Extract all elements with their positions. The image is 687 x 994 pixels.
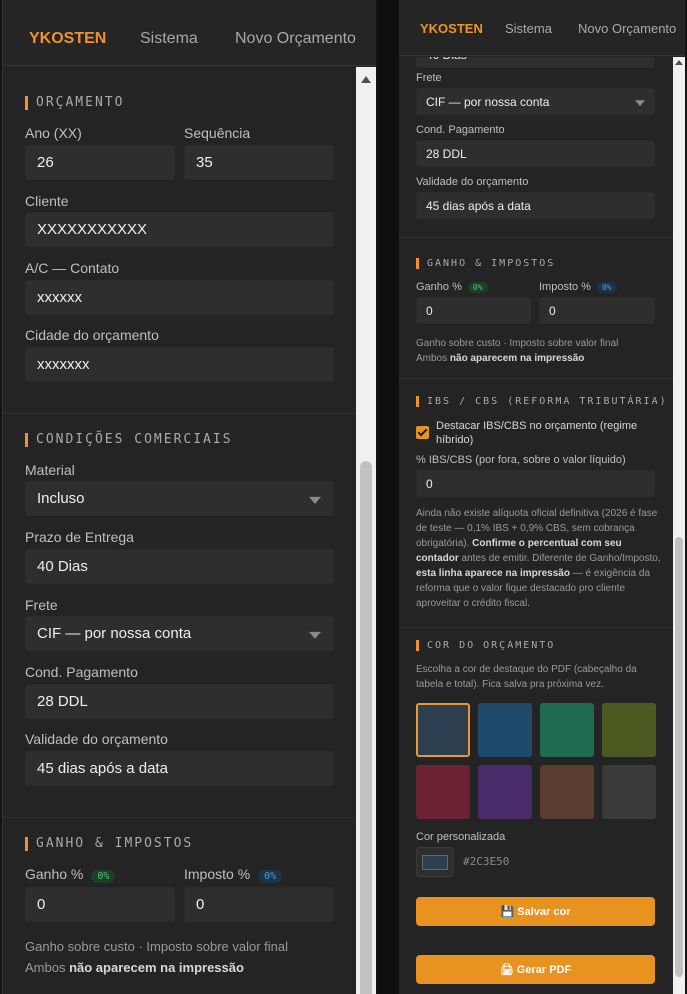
contato-label: A/C — Contato [25, 260, 120, 276]
section-divider [399, 627, 673, 628]
custom-color-preview [422, 855, 448, 870]
validade-input[interactable]: 45 dias após a data [25, 751, 334, 786]
color-swatch[interactable] [540, 765, 594, 819]
imposto-input[interactable]: 0 [184, 887, 334, 922]
custom-color-picker[interactable] [416, 847, 454, 877]
pagamento-label: Cond. Pagamento [416, 124, 505, 136]
material-label: Material [25, 462, 75, 478]
sequencia-label: Sequência [184, 125, 251, 141]
imposto-badge: 0% [258, 870, 283, 883]
color-swatch[interactable] [478, 765, 532, 819]
prazo-input-partial[interactable]: 40 Dias [416, 57, 655, 68]
imposto-badge: 0% [596, 282, 617, 293]
cidade-input[interactable]: xxxxxxx [25, 347, 334, 382]
sequencia-input[interactable]: 35 [184, 145, 334, 180]
section-title-cor: COR DO ORÇAMENTO [416, 640, 555, 651]
scrollbar[interactable] [356, 67, 376, 994]
material-select[interactable]: Incluso [25, 481, 334, 516]
cor-description: Escolha a cor de destaque do PDF (cabeça… [416, 664, 637, 690]
ibs-pct-input[interactable]: 0 [416, 470, 655, 497]
brand-logo[interactable]: YKOSTEN [29, 30, 106, 48]
impostos-note: Ganho sobre custo · Imposto sobre valor … [416, 338, 619, 364]
generate-pdf-button[interactable]: 🖨 Gerar PDF [416, 955, 655, 984]
color-swatch[interactable] [478, 703, 532, 757]
section-title-orcamento: ORÇAMENTO [25, 95, 124, 110]
contato-input[interactable]: xxxxxx [25, 280, 334, 315]
validade-label: Validade do orçamento [416, 176, 529, 188]
prazo-label: Prazo de Entrega [25, 529, 134, 545]
validade-input[interactable]: 45 dias após a data [416, 192, 655, 219]
ibs-note: Ainda não existe alíquota oficial defini… [416, 508, 661, 609]
section-title-ibs: IBS / CBS (REFORMA TRIBUTÁRIA) [416, 396, 668, 407]
form-content: 40 Dias Frete CIF — por nossa conta Cond… [399, 57, 673, 994]
scroll-up-arrow-icon[interactable] [361, 76, 371, 83]
color-swatch[interactable] [540, 703, 594, 757]
section-title-condicoes: CONDIÇÕES COMERCIAIS [25, 432, 233, 447]
frete-select[interactable]: CIF — por nossa conta [25, 616, 334, 651]
scrollbar-thumb[interactable] [360, 461, 372, 994]
section-divider [3, 817, 355, 818]
cliente-input[interactable]: XXXXXXXXXXX [25, 212, 334, 247]
section-divider [399, 378, 673, 379]
frete-select[interactable]: CIF — por nossa conta [416, 88, 655, 115]
color-swatch[interactable] [602, 703, 656, 757]
custom-color-label: Cor personalizada [416, 831, 506, 843]
ganho-input[interactable]: 0 [25, 887, 175, 922]
ibs-checkbox-label[interactable]: Destacar IBS/CBS no orçamento (regime hí… [436, 419, 661, 447]
frete-label: Frete [25, 597, 58, 613]
scrollbar[interactable] [673, 57, 685, 994]
scrollbar-thumb[interactable] [675, 537, 683, 977]
imposto-label: Imposto % 0% [539, 281, 617, 293]
ganho-input[interactable]: 0 [416, 297, 531, 324]
brand-logo[interactable]: YKOSTEN [420, 21, 483, 36]
validade-label: Validade do orçamento [25, 731, 168, 747]
save-color-button[interactable]: 💾 Salvar cor [416, 897, 655, 926]
cliente-label: Cliente [25, 193, 69, 209]
imposto-input[interactable]: 0 [539, 297, 655, 324]
imposto-label: Imposto % 0% [184, 866, 283, 883]
ganho-label: Ganho % 0% [25, 866, 116, 883]
prazo-input[interactable]: 40 Dias [25, 549, 334, 584]
right-window: YKOSTEN Sistema Novo Orçamento 40 Dias F… [399, 0, 685, 994]
ganho-badge: 0% [91, 870, 116, 883]
top-nav: YKOSTEN Sistema Novo Orçamento [399, 0, 685, 56]
ganho-label: Ganho % 0% [416, 281, 488, 293]
nav-link-sistema[interactable]: Sistema [505, 21, 552, 36]
nav-link-novo-orcamento[interactable]: Novo Orçamento [578, 21, 676, 36]
section-title-impostos: GANHO & IMPOSTOS [25, 836, 193, 851]
ibs-checkbox[interactable] [416, 426, 429, 439]
ganho-badge: 0% [467, 282, 488, 293]
color-swatch[interactable] [602, 765, 656, 819]
color-swatch[interactable] [416, 765, 470, 819]
section-title-impostos: GANHO & IMPOSTOS [416, 258, 555, 269]
frete-label: Frete [416, 72, 442, 84]
nav-link-sistema[interactable]: Sistema [140, 30, 198, 48]
top-nav: YKOSTEN Sistema Novo Orçamento [3, 0, 376, 66]
cidade-label: Cidade do orçamento [25, 327, 159, 343]
scroll-up-arrow-icon[interactable] [675, 60, 683, 65]
ano-label: Ano (XX) [25, 125, 82, 141]
left-window: YKOSTEN Sistema Novo Orçamento ORÇAMENTO… [2, 0, 376, 994]
impostos-note: Ganho sobre custo · Imposto sobre valor … [25, 939, 289, 975]
section-divider [399, 237, 673, 238]
custom-color-hex: #2C3E50 [463, 855, 510, 868]
color-swatch[interactable] [416, 703, 470, 757]
ibs-pct-label: % IBS/CBS (por fora, sobre o valor líqui… [416, 454, 626, 466]
ano-input[interactable]: 26 [25, 145, 175, 180]
pagamento-input[interactable]: 28 DDL [25, 684, 334, 719]
window-gap [378, 0, 399, 994]
pagamento-input[interactable]: 28 DDL [416, 140, 655, 167]
nav-link-novo-orcamento[interactable]: Novo Orçamento [235, 30, 356, 48]
pagamento-label: Cond. Pagamento [25, 664, 138, 680]
section-divider [3, 413, 355, 414]
form-content: ORÇAMENTO Ano (XX) 26 Sequência 35 Clien… [3, 67, 355, 994]
